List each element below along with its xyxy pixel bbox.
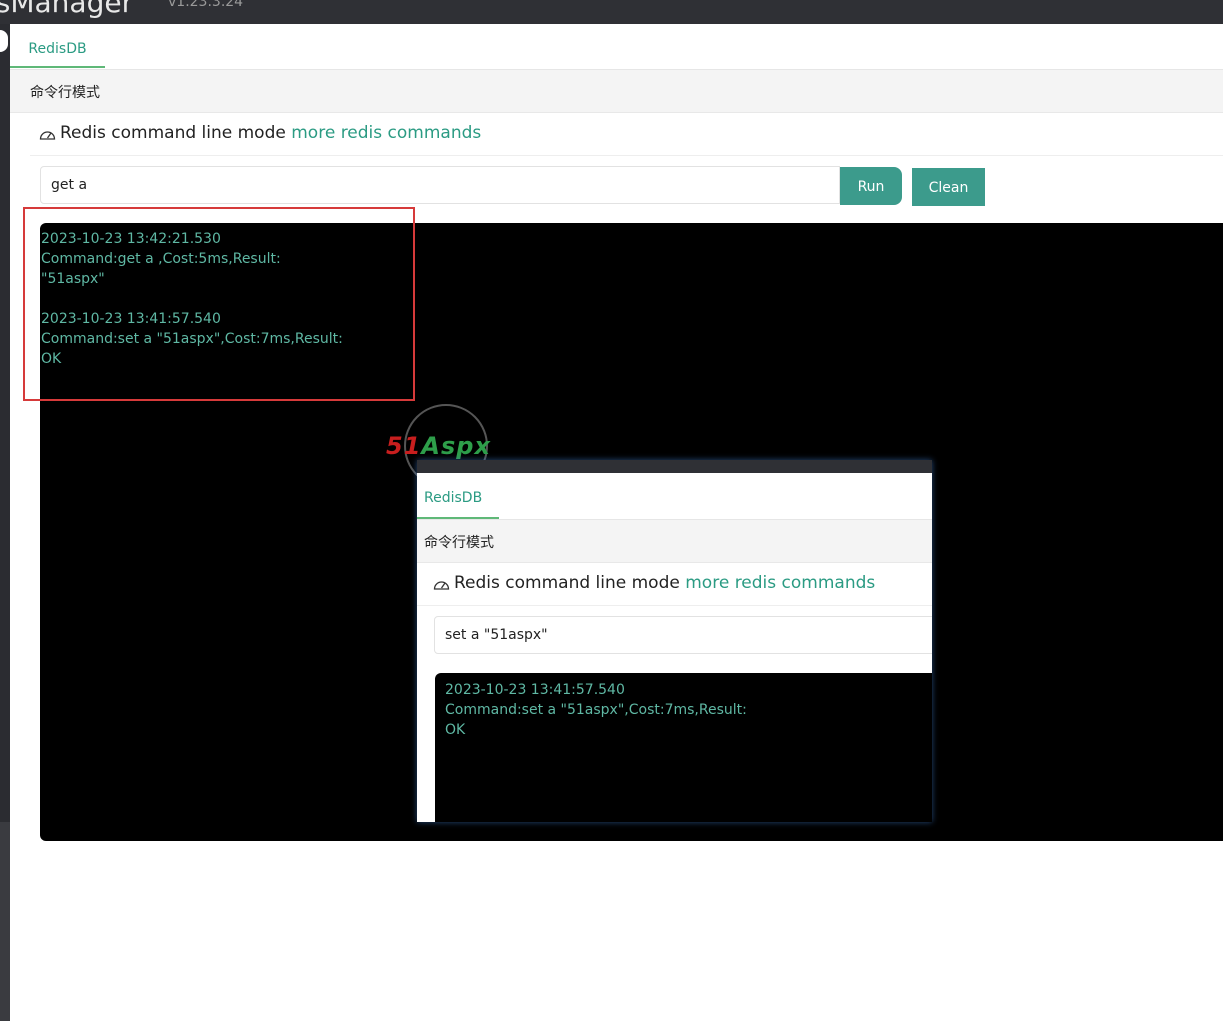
top-bar: lsManager v1.23.3.24 xyxy=(0,0,1223,24)
inset-screenshot: RedisDB 命令行模式 Redis command line mode mo… xyxy=(417,460,932,822)
highlight-box xyxy=(23,207,415,401)
watermark-text-red: 51 xyxy=(386,432,422,460)
card-title-text: Redis command line mode xyxy=(60,123,286,143)
section-header-label: 命令行模式 xyxy=(30,85,100,101)
inset-card-title-text: Redis command line mode xyxy=(454,573,680,593)
app-title: lsManager xyxy=(0,0,134,19)
inset-log-command: Command:set a "51aspx",Cost:7ms,Result: xyxy=(445,702,747,718)
inset-command-input xyxy=(434,616,932,654)
section-header: 命令行模式 xyxy=(10,70,1223,113)
inset-more-commands-link: more redis commands xyxy=(685,573,876,593)
left-sidebar xyxy=(0,24,10,1021)
gauge-icon xyxy=(433,581,450,590)
inset-tab-redisdb: RedisDB xyxy=(417,473,499,519)
clean-button[interactable]: Clean xyxy=(912,168,985,206)
inset-log-time: 2023-10-23 13:41:57.540 xyxy=(445,682,625,698)
more-commands-link[interactable]: more redis commands xyxy=(291,123,481,143)
card-header: Redis command line mode more redis comma… xyxy=(30,113,1223,156)
card-title: Redis command line mode more redis comma… xyxy=(60,123,481,143)
inset-tab-bar: RedisDB xyxy=(417,473,932,520)
inset-card-header: Redis command line mode more redis comma… xyxy=(417,563,932,606)
run-button[interactable]: Run xyxy=(840,167,902,205)
inset-section-header-label: 命令行模式 xyxy=(424,535,494,551)
gauge-icon xyxy=(39,131,56,140)
app-version: v1.23.3.24 xyxy=(168,0,244,10)
inset-log-result: OK xyxy=(445,722,466,738)
tab-bar: RedisDB xyxy=(10,24,1223,70)
command-input[interactable] xyxy=(40,166,840,204)
inset-log-entry: 2023-10-23 13:41:57.540 Command:set a "5… xyxy=(445,680,747,740)
watermark-text: 51Aspx xyxy=(386,432,491,460)
inset-card-title: Redis command line mode more redis comma… xyxy=(454,573,875,593)
sidebar-panel xyxy=(0,24,10,822)
inset-top-bar xyxy=(417,460,932,473)
tab-redisdb[interactable]: RedisDB xyxy=(10,24,105,68)
watermark-text-green: Aspx xyxy=(421,432,491,460)
inset-section-header: 命令行模式 xyxy=(417,520,932,563)
